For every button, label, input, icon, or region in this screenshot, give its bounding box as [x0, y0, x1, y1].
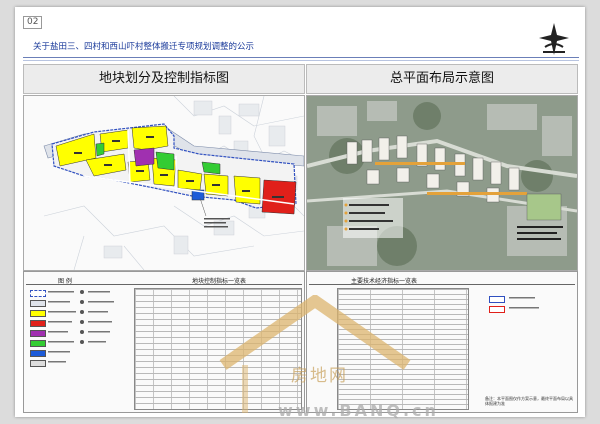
- right-panel-title: 总平面布局示意图: [306, 64, 578, 94]
- plan-note: 备注：本平面图仅作方案示意，最终平面布局以具体报建为准: [485, 396, 573, 406]
- document-sheet: 02 关于盐田三、四村和西山吓村整体搬迁专项规划调整的公示 地块划分及控制指标图…: [15, 7, 585, 420]
- page-number: 02: [23, 16, 43, 29]
- logo-mark-icon: [535, 21, 573, 59]
- watermark-url: www.BANQ.cn: [278, 401, 439, 420]
- watermark-text-cn: 房地网: [291, 366, 348, 386]
- site-plan-map: [306, 95, 578, 271]
- title-rule: [23, 57, 579, 58]
- title-rule-2: [23, 60, 579, 61]
- section-rule-right: [309, 284, 575, 285]
- right-legend-labels: [509, 297, 539, 309]
- land-use-map: [23, 95, 305, 271]
- left-panel-title: 地块划分及控制指标图: [23, 64, 305, 94]
- section-rule: [26, 284, 302, 285]
- watermark-house-icon: [215, 293, 415, 415]
- legend-labels: [48, 290, 114, 363]
- document-title: 关于盐田三、四村和西山吓村整体搬迁专项规划调整的公示: [33, 42, 255, 52]
